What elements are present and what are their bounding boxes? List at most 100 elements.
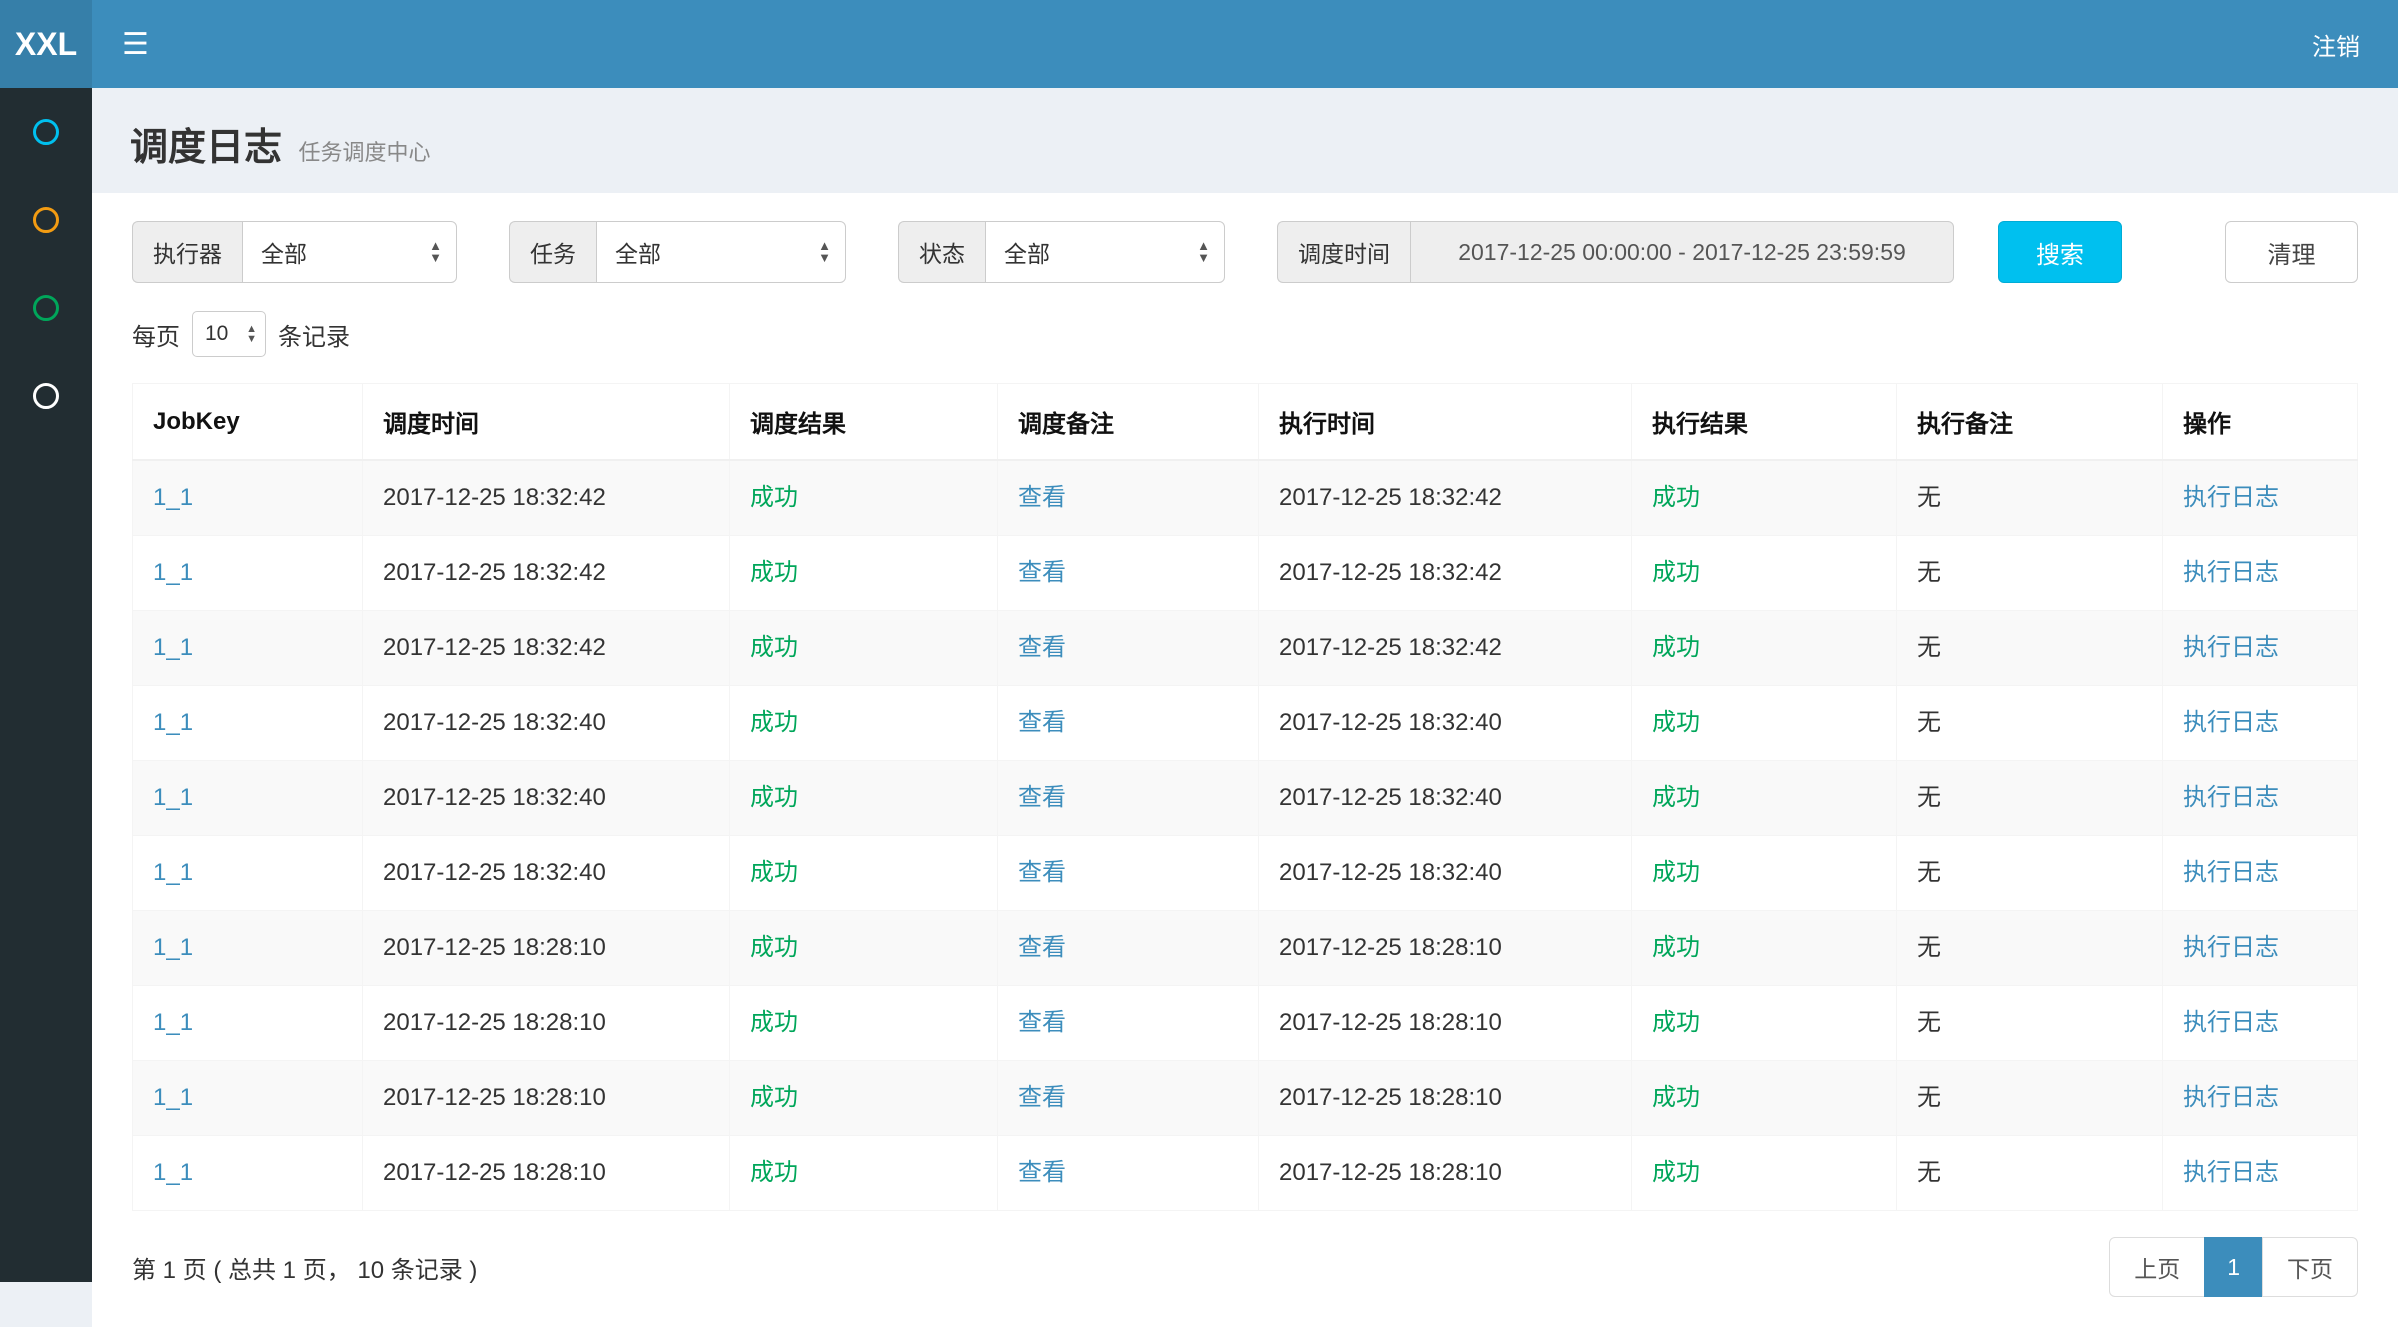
handle-time-cell: 2017-12-25 18:28:10 [1259,1061,1632,1136]
column-header-trigger-msg: 调度备注 [998,384,1259,461]
trigger-msg-link[interactable]: 查看 [1018,559,1066,586]
handle-result: 成功 [1652,484,1700,511]
sidebar-item-dashboard[interactable] [0,88,92,176]
trigger-msg-link[interactable]: 查看 [1018,1084,1066,1111]
logout-link[interactable]: 注销 [2312,27,2360,62]
handle-result: 成功 [1652,859,1700,886]
page-size-select[interactable]: 10 ▲▼ [192,311,266,357]
trigger-result-cell: 成功 [730,1061,998,1136]
table-row: 1_12017-12-25 18:32:42成功查看2017-12-25 18:… [133,536,2358,611]
action-link[interactable]: 执行日志 [2183,1084,2279,1111]
jobkey-link-cell: 1_1 [133,761,363,836]
jobkey-link[interactable]: 1_1 [153,634,193,661]
page-size-suffix: 条记录 [278,317,350,352]
trigger-msg-link[interactable]: 查看 [1018,484,1066,511]
handle-result: 成功 [1652,934,1700,961]
trigger-time-cell: 2017-12-25 18:32:40 [363,686,730,761]
table-row: 1_12017-12-25 18:28:10成功查看2017-12-25 18:… [133,911,2358,986]
action-link[interactable]: 执行日志 [2183,484,2279,511]
trigger-msg-link[interactable]: 查看 [1018,859,1066,886]
action-link[interactable]: 执行日志 [2183,559,2279,586]
time-filter-label: 调度时间 [1277,221,1410,283]
handle-result-cell: 成功 [1632,1061,1897,1136]
trigger-result: 成功 [750,1009,798,1036]
handle-time-cell: 2017-12-25 18:28:10 [1259,986,1632,1061]
next-page-button[interactable]: 下页 [2262,1237,2358,1297]
handle-time-cell: 2017-12-25 18:32:40 [1259,761,1632,836]
trigger-msg-link[interactable]: 查看 [1018,1159,1066,1186]
trigger-time-cell: 2017-12-25 18:28:10 [363,1136,730,1211]
jobkey-link[interactable]: 1_1 [153,1009,193,1036]
handle-result: 成功 [1652,1159,1700,1186]
trigger-result: 成功 [750,634,798,661]
select-arrows-icon: ▲▼ [246,324,257,344]
handle-result-cell: 成功 [1632,1136,1897,1211]
trigger-msg-link[interactable]: 查看 [1018,709,1066,736]
jobkey-link[interactable]: 1_1 [153,559,193,586]
table-row: 1_12017-12-25 18:32:40成功查看2017-12-25 18:… [133,836,2358,911]
action-link[interactable]: 执行日志 [2183,1009,2279,1036]
jobkey-link[interactable]: 1_1 [153,784,193,811]
jobkey-link[interactable]: 1_1 [153,1084,193,1111]
time-range-input[interactable]: 2017-12-25 00:00:00 - 2017-12-25 23:59:5… [1410,221,1954,283]
log-table-head: JobKey 调度时间 调度结果 调度备注 执行时间 执行结果 执行备注 操作 [133,384,2358,461]
action-link-cell: 执行日志 [2163,986,2358,1061]
handle-time: 2017-12-25 18:32:40 [1279,859,1502,886]
jobkey-link-cell: 1_1 [133,460,363,536]
jobkey-link[interactable]: 1_1 [153,1159,193,1186]
handle-time-cell: 2017-12-25 18:28:10 [1259,1136,1632,1211]
main-content: 调度日志 任务调度中心 执行器 全部 ▲▼ 任务 全部 ▲▼ 状态 [92,88,2398,1282]
column-header-handle-result: 执行结果 [1632,384,1897,461]
action-link[interactable]: 执行日志 [2183,934,2279,961]
action-link-cell: 执行日志 [2163,1061,2358,1136]
jobkey-link-cell: 1_1 [133,611,363,686]
prev-page-button[interactable]: 上页 [2109,1237,2205,1297]
trigger-time: 2017-12-25 18:32:40 [383,859,606,886]
action-link-cell: 执行日志 [2163,686,2358,761]
trigger-msg-link[interactable]: 查看 [1018,934,1066,961]
pagination-summary: 第 1 页 ( 总共 1 页， 10 条记录 ) [132,1250,477,1285]
current-page-button[interactable]: 1 [2204,1237,2263,1297]
action-link[interactable]: 执行日志 [2183,859,2279,886]
trigger-msg-link[interactable]: 查看 [1018,1009,1066,1036]
jobkey-link[interactable]: 1_1 [153,709,193,736]
table-row: 1_12017-12-25 18:32:40成功查看2017-12-25 18:… [133,686,2358,761]
status-select[interactable]: 全部 ▲▼ [985,221,1225,283]
action-link[interactable]: 执行日志 [2183,1159,2279,1186]
action-link[interactable]: 执行日志 [2183,709,2279,736]
action-link-cell: 执行日志 [2163,761,2358,836]
table-footer: 第 1 页 ( 总共 1 页， 10 条记录 ) 上页 1 下页 [132,1237,2358,1297]
job-select[interactable]: 全部 ▲▼ [596,221,846,283]
action-link[interactable]: 执行日志 [2183,784,2279,811]
circle-icon [33,119,59,145]
trigger-result-cell: 成功 [730,460,998,536]
trigger-msg-link[interactable]: 查看 [1018,784,1066,811]
job-filter: 任务 全部 ▲▼ [509,221,846,283]
jobkey-link[interactable]: 1_1 [153,484,193,511]
trigger-result-cell: 成功 [730,911,998,986]
column-header-trigger-result: 调度结果 [730,384,998,461]
handle-result: 成功 [1652,709,1700,736]
handle-result: 成功 [1652,634,1700,661]
handle-msg: 无 [1917,634,1941,661]
sidebar-toggle-icon[interactable]: ☰ [122,27,149,62]
handle-msg-cell: 无 [1897,536,2163,611]
search-button[interactable]: 搜索 [1998,221,2122,283]
jobkey-link[interactable]: 1_1 [153,934,193,961]
executor-select[interactable]: 全部 ▲▼ [242,221,457,283]
app-logo: XXL [0,0,92,88]
column-header-action: 操作 [2163,384,2358,461]
action-link[interactable]: 执行日志 [2183,634,2279,661]
trigger-result-cell: 成功 [730,836,998,911]
handle-time: 2017-12-25 18:28:10 [1279,934,1502,961]
sidebar-item-executor[interactable] [0,352,92,440]
handle-time-cell: 2017-12-25 18:28:10 [1259,911,1632,986]
sidebar-item-job-manage[interactable] [0,264,92,352]
jobkey-link[interactable]: 1_1 [153,859,193,886]
handle-result-cell: 成功 [1632,761,1897,836]
handle-msg: 无 [1917,859,1941,886]
trigger-msg-link[interactable]: 查看 [1018,634,1066,661]
page-size-value: 10 [205,322,228,346]
clear-button[interactable]: 清理 [2225,221,2358,283]
sidebar-item-job-log[interactable] [0,176,92,264]
